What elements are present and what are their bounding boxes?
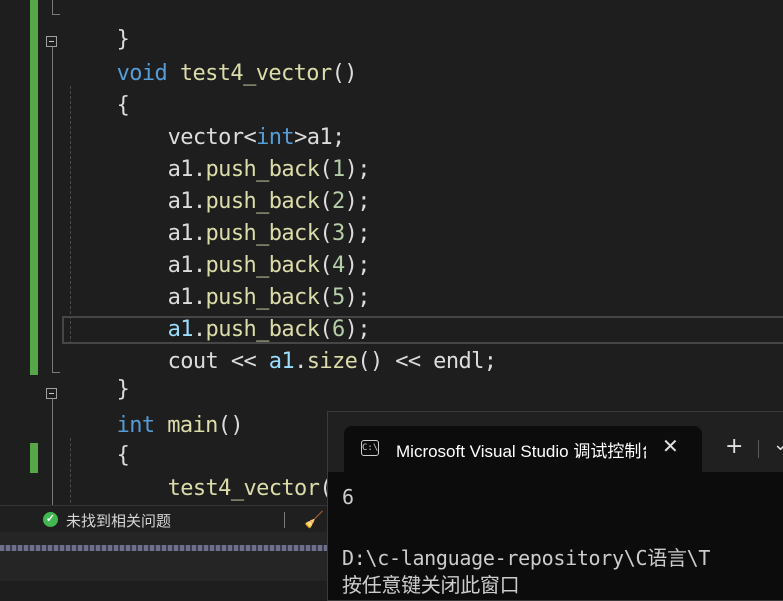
code-line: test4_vector(); — [167, 476, 358, 501]
divider — [284, 512, 285, 528]
collapse-toggle-main[interactable] — [46, 388, 57, 399]
check-circle-icon: ✓ — [43, 512, 58, 527]
console-output-line: D:\c-language-repository\C语言\T — [342, 546, 711, 570]
code-line: } — [116, 27, 130, 52]
divider — [758, 440, 759, 458]
close-icon[interactable]: ✕ — [662, 434, 679, 458]
code-line: a1.push_back(3); — [167, 221, 371, 246]
issues-status[interactable]: 未找到相关问题 — [66, 510, 171, 531]
code-line: { — [116, 443, 130, 468]
code-line-current: cout << a1.size() << endl; — [167, 349, 497, 374]
code-line: { — [116, 93, 130, 118]
chevron-down-icon[interactable]: ⌄ — [773, 434, 783, 455]
outline-line — [52, 0, 53, 14]
code-line: void test4_vector() — [116, 61, 358, 86]
outline-line — [52, 14, 60, 15]
console-output-line: 按任意键关闭此窗口 — [342, 573, 520, 597]
title-bar: C:\ Microsoft Visual Studio 调试控制台 ✕ + ⌄ — [328, 412, 783, 472]
change-marker — [30, 0, 38, 375]
outline-line — [52, 47, 53, 372]
broom-icon[interactable]: 🧹 — [304, 510, 324, 530]
code-line: a1.push_back(5); — [167, 285, 371, 310]
scrollbar-stripe — [0, 545, 330, 551]
code-line: vector<int>a1; — [167, 125, 346, 150]
console-output-line: 6 — [342, 485, 354, 509]
new-tab-button[interactable]: + — [725, 434, 743, 459]
debug-console-window[interactable]: C:\ Microsoft Visual Studio 调试控制台 ✕ + ⌄ … — [327, 411, 783, 601]
code-line: a1.push_back(2); — [167, 189, 371, 214]
code-line: } — [116, 377, 130, 402]
collapse-toggle-test4-vector[interactable] — [46, 36, 57, 47]
code-line: int main() — [116, 413, 244, 438]
tab-debug-console[interactable]: C:\ Microsoft Visual Studio 调试控制台 ✕ — [344, 426, 702, 472]
code-line: return 0; — [117, 473, 281, 505]
outline-line — [52, 399, 53, 505]
console-icon: C:\ — [361, 440, 379, 456]
code-line: a1.push_back(4); — [167, 253, 371, 278]
code-line: a1.push_back(6); — [167, 317, 371, 342]
code-line: a1.push_back(1); — [167, 157, 371, 182]
tab-title: Microsoft Visual Studio 调试控制台 — [396, 442, 646, 461]
change-marker — [30, 443, 38, 473]
outline-line — [52, 372, 60, 373]
